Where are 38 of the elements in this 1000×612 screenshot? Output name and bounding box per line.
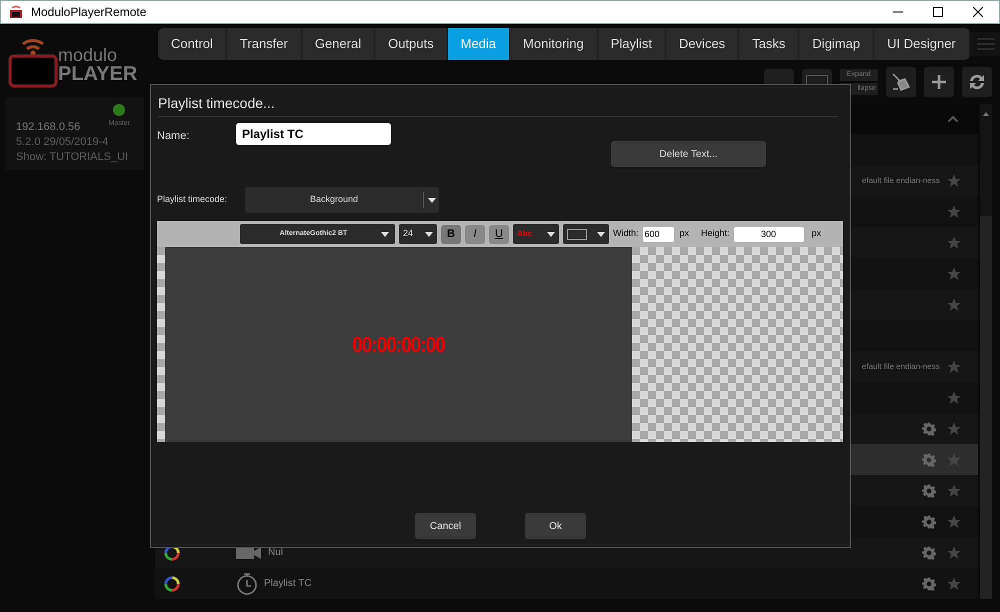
media-row[interactable]: Playlist TC	[155, 568, 978, 599]
media-note: efault file endian-ness	[862, 360, 940, 372]
timecode-label: Playlist timecode:	[157, 193, 228, 206]
tab[interactable]: Playlist	[598, 28, 666, 60]
server-show: Show: TUTORIALS_UI	[16, 150, 128, 165]
tab[interactable]: Devices	[666, 28, 740, 60]
underline-button[interactable]: U	[489, 224, 509, 244]
width-field[interactable]: 600	[642, 226, 674, 242]
server-version: 5.2.0 29/05/2019-4	[16, 135, 108, 150]
tab[interactable]: Transfer	[226, 28, 302, 60]
window-title: ModuloPlayerRemote	[31, 4, 146, 21]
height-unit: px	[812, 227, 822, 240]
dialog-button[interactable]: Cancel	[415, 513, 476, 539]
bold-button[interactable]: B	[441, 224, 461, 244]
dialog-button[interactable]: Ok	[525, 513, 586, 539]
size-dropdown[interactable]: 24	[399, 224, 437, 244]
tab[interactable]: Monitoring	[510, 28, 598, 60]
logo-text: PLAYER	[58, 64, 138, 84]
media-name: Playlist TC	[264, 577, 312, 591]
tab[interactable]: Control	[158, 28, 227, 60]
name-label: Name:	[157, 129, 190, 144]
height-label: Height:	[701, 227, 730, 240]
media-note: efault file endian-ness	[862, 174, 940, 186]
dialog-title: Playlist timecode...	[158, 93, 838, 117]
width-label: Width:	[613, 227, 639, 240]
tab[interactable]: General	[302, 28, 376, 60]
timecode-dropdown[interactable]: Background	[245, 187, 439, 213]
italic-button[interactable]: I	[465, 224, 485, 244]
width-unit: px	[680, 227, 690, 240]
tab[interactable]: Tasks	[739, 28, 800, 60]
media-name: Nul	[268, 546, 284, 560]
tab[interactable]: Digimap	[799, 28, 874, 60]
logo-text: modulo	[58, 46, 118, 64]
server-ip: 192.168.0.56	[16, 120, 80, 135]
timecode-text: 00:00:00:00	[352, 331, 445, 359]
name-field[interactable]: Playlist TC	[236, 123, 391, 145]
delete-text-button[interactable]: Delete Text...	[611, 141, 766, 167]
height-field[interactable]: 300	[734, 226, 804, 242]
